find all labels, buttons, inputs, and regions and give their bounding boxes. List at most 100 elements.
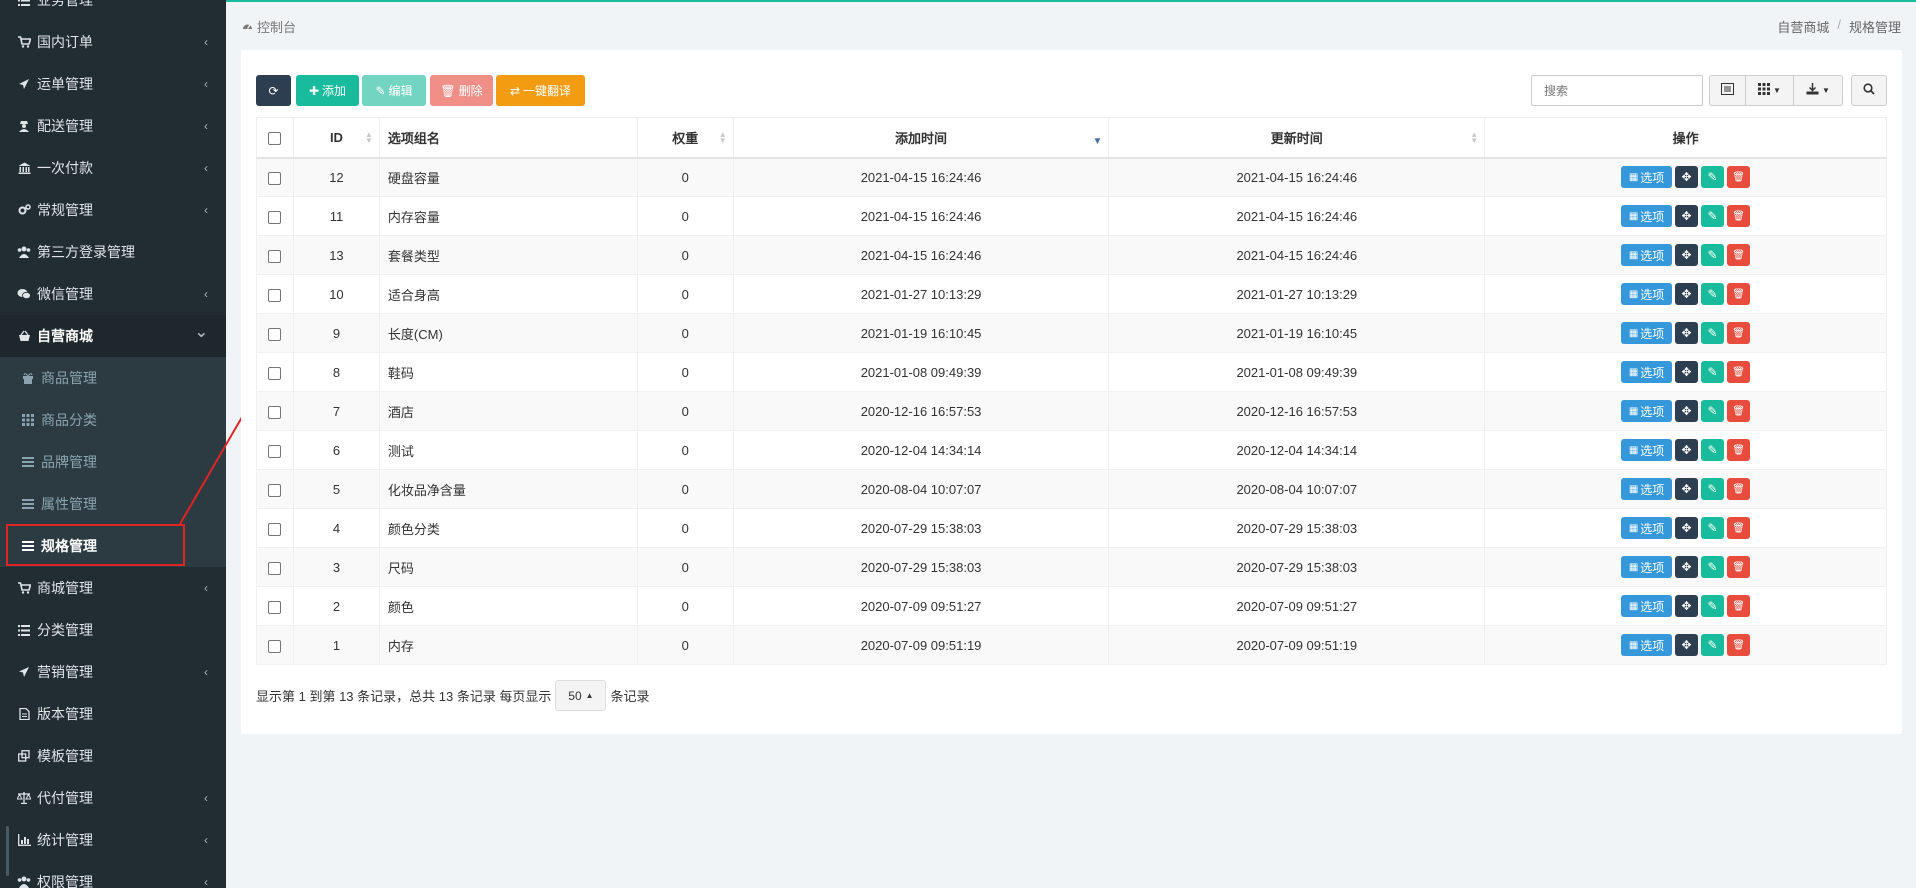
options-button[interactable]: ▦ 选项: [1621, 400, 1673, 422]
edit-row-button[interactable]: ✎: [1701, 244, 1725, 266]
edit-row-button[interactable]: ✎: [1701, 166, 1725, 189]
sidebar-item-0[interactable]: 业务管理: [0, 0, 226, 21]
edit-row-button[interactable]: ✎: [1701, 322, 1725, 344]
row-checkbox[interactable]: [268, 561, 282, 575]
page-size-select[interactable]: 50 ▲: [555, 680, 607, 711]
row-select-cell[interactable]: [256, 352, 294, 392]
delete-row-button[interactable]: 🗑: [1727, 166, 1751, 189]
row-checkbox[interactable]: [268, 249, 282, 263]
sidebar-item-1[interactable]: 国内订单 ‹: [0, 21, 226, 63]
row-select-cell[interactable]: [256, 508, 294, 548]
column-header-weight[interactable]: 权重 ▲ ▼: [636, 117, 734, 159]
drag-handle-button[interactable]: ✥: [1675, 478, 1699, 500]
edit-row-button[interactable]: ✎: [1701, 595, 1725, 617]
table-row[interactable]: 10 适合身高 0 2021-01-27 10:13:29 2021-01-27 10:…: [256, 274, 1887, 314]
sidebar-item-5[interactable]: 常规管理 ‹: [0, 189, 226, 231]
row-checkbox[interactable]: [268, 483, 282, 497]
column-header-id[interactable]: ID ▲ ▼: [292, 117, 380, 159]
table-row[interactable]: 5 化妆品净含量 0 2020-08-04 10:07:07 2020-08-04 10…: [256, 469, 1887, 509]
options-button[interactable]: ▦ 选项: [1621, 166, 1673, 189]
search-input[interactable]: [1531, 75, 1703, 106]
row-checkbox[interactable]: [268, 444, 282, 458]
drag-handle-button[interactable]: ✥: [1675, 322, 1699, 344]
row-select-cell[interactable]: [256, 430, 294, 470]
table-row[interactable]: 2 颜色 0 2020-07-09 09:51:27 2020-07-09 09:51:…: [256, 586, 1887, 626]
delete-row-button[interactable]: 🗑: [1727, 478, 1751, 500]
edit-row-button[interactable]: ✎: [1701, 361, 1725, 383]
columns-button[interactable]: ▼: [1745, 75, 1794, 106]
edit-row-button[interactable]: ✎: [1701, 517, 1725, 539]
toggle-view-button[interactable]: [1709, 75, 1746, 106]
edit-button[interactable]: ✎ 编辑: [362, 75, 426, 106]
row-select-cell[interactable]: [256, 157, 294, 197]
sidebar-item-11[interactable]: 营销管理 ‹: [0, 651, 226, 693]
table-row[interactable]: 12 硬盘容量 0 2021-04-15 16:24:46 2021-04-15 16:…: [256, 157, 1887, 197]
edit-row-button[interactable]: ✎: [1701, 283, 1725, 305]
edit-row-button[interactable]: ✎: [1701, 556, 1725, 578]
drag-handle-button[interactable]: ✥: [1675, 439, 1699, 461]
row-select-cell[interactable]: [256, 469, 294, 509]
options-button[interactable]: ▦ 选项: [1621, 244, 1673, 266]
sidebar-item-12[interactable]: 版本管理: [0, 693, 226, 735]
search-button[interactable]: [1851, 75, 1887, 106]
options-button[interactable]: ▦ 选项: [1621, 634, 1673, 656]
delete-row-button[interactable]: 🗑: [1727, 517, 1751, 539]
delete-button[interactable]: 🗑 删除: [430, 75, 493, 106]
row-select-cell[interactable]: [256, 586, 294, 626]
sidebar-item-10[interactable]: 分类管理: [0, 609, 226, 651]
sidebar-item-15[interactable]: 统计管理 ‹: [0, 819, 226, 861]
delete-row-button[interactable]: 🗑: [1727, 205, 1751, 227]
drag-handle-button[interactable]: ✥: [1675, 595, 1699, 617]
row-checkbox[interactable]: [268, 600, 282, 614]
table-row[interactable]: 1 内存 0 2020-07-09 09:51:19 2020-07-09 09:51:…: [256, 625, 1887, 665]
row-checkbox[interactable]: [268, 288, 282, 302]
options-button[interactable]: ▦ 选项: [1621, 283, 1673, 305]
row-select-cell[interactable]: [256, 391, 294, 431]
row-select-cell[interactable]: [256, 547, 294, 587]
delete-row-button[interactable]: 🗑: [1727, 322, 1751, 344]
delete-row-button[interactable]: 🗑: [1727, 556, 1751, 578]
options-button[interactable]: ▦ 选项: [1621, 439, 1673, 461]
options-button[interactable]: ▦ 选项: [1621, 478, 1673, 500]
sidebar-scrollbar[interactable]: [6, 826, 9, 876]
edit-row-button[interactable]: ✎: [1701, 439, 1725, 461]
select-all-checkbox[interactable]: [268, 131, 282, 145]
table-row[interactable]: 7 酒店 0 2020-12-16 16:57:53 2020-12-16 16:57:…: [256, 391, 1887, 431]
sidebar-subitem-2[interactable]: 品牌管理: [0, 441, 226, 483]
sidebar-item-2[interactable]: 运单管理 ‹: [0, 63, 226, 105]
delete-row-button[interactable]: 🗑: [1727, 361, 1751, 383]
delete-row-button[interactable]: 🗑: [1727, 595, 1751, 617]
table-row[interactable]: 6 测试 0 2020-12-04 14:34:14 2020-12-04 14:34:…: [256, 430, 1887, 470]
edit-row-button[interactable]: ✎: [1701, 634, 1725, 656]
drag-handle-button[interactable]: ✥: [1675, 361, 1699, 383]
delete-row-button[interactable]: 🗑: [1727, 400, 1751, 422]
drag-handle-button[interactable]: ✥: [1675, 400, 1699, 422]
delete-row-button[interactable]: 🗑: [1727, 439, 1751, 461]
sidebar-item-14[interactable]: 代付管理 ‹: [0, 777, 226, 819]
add-button[interactable]: ✚ 添加: [296, 75, 359, 106]
column-header-created[interactable]: 添加时间 ▼: [732, 117, 1110, 159]
row-checkbox[interactable]: [268, 366, 282, 380]
row-checkbox[interactable]: [268, 171, 282, 185]
table-row[interactable]: 4 颜色分类 0 2020-07-29 15:38:03 2020-07-29 15:3…: [256, 508, 1887, 548]
sidebar-subitem-1[interactable]: 商品分类: [0, 399, 226, 441]
translate-button[interactable]: ⇄ 一键翻译: [496, 75, 585, 106]
sidebar-subitem-3[interactable]: 属性管理: [0, 483, 226, 525]
column-header-updated[interactable]: 更新时间 ▲ ▼: [1108, 117, 1486, 159]
refresh-button[interactable]: ⟳: [256, 75, 291, 106]
options-button[interactable]: ▦ 选项: [1621, 595, 1673, 617]
row-select-cell[interactable]: [256, 196, 294, 236]
table-row[interactable]: 11 内存容量 0 2021-04-15 16:24:46 2021-04-15 16:…: [256, 196, 1887, 236]
row-checkbox[interactable]: [268, 210, 282, 224]
sidebar-item-9[interactable]: 商城管理 ‹: [0, 567, 226, 609]
drag-handle-button[interactable]: ✥: [1675, 166, 1699, 189]
row-select-cell[interactable]: [256, 313, 294, 353]
sidebar-item-13[interactable]: 模板管理: [0, 735, 226, 777]
delete-row-button[interactable]: 🗑: [1727, 244, 1751, 266]
options-button[interactable]: ▦ 选项: [1621, 361, 1673, 383]
sidebar-item-4[interactable]: 一次付款 ‹: [0, 147, 226, 189]
options-button[interactable]: ▦ 选项: [1621, 322, 1673, 344]
table-row[interactable]: 8 鞋码 0 2021-01-08 09:49:39 2021-01-08 09:49:…: [256, 352, 1887, 392]
row-select-cell[interactable]: [256, 274, 294, 314]
drag-handle-button[interactable]: ✥: [1675, 634, 1699, 656]
